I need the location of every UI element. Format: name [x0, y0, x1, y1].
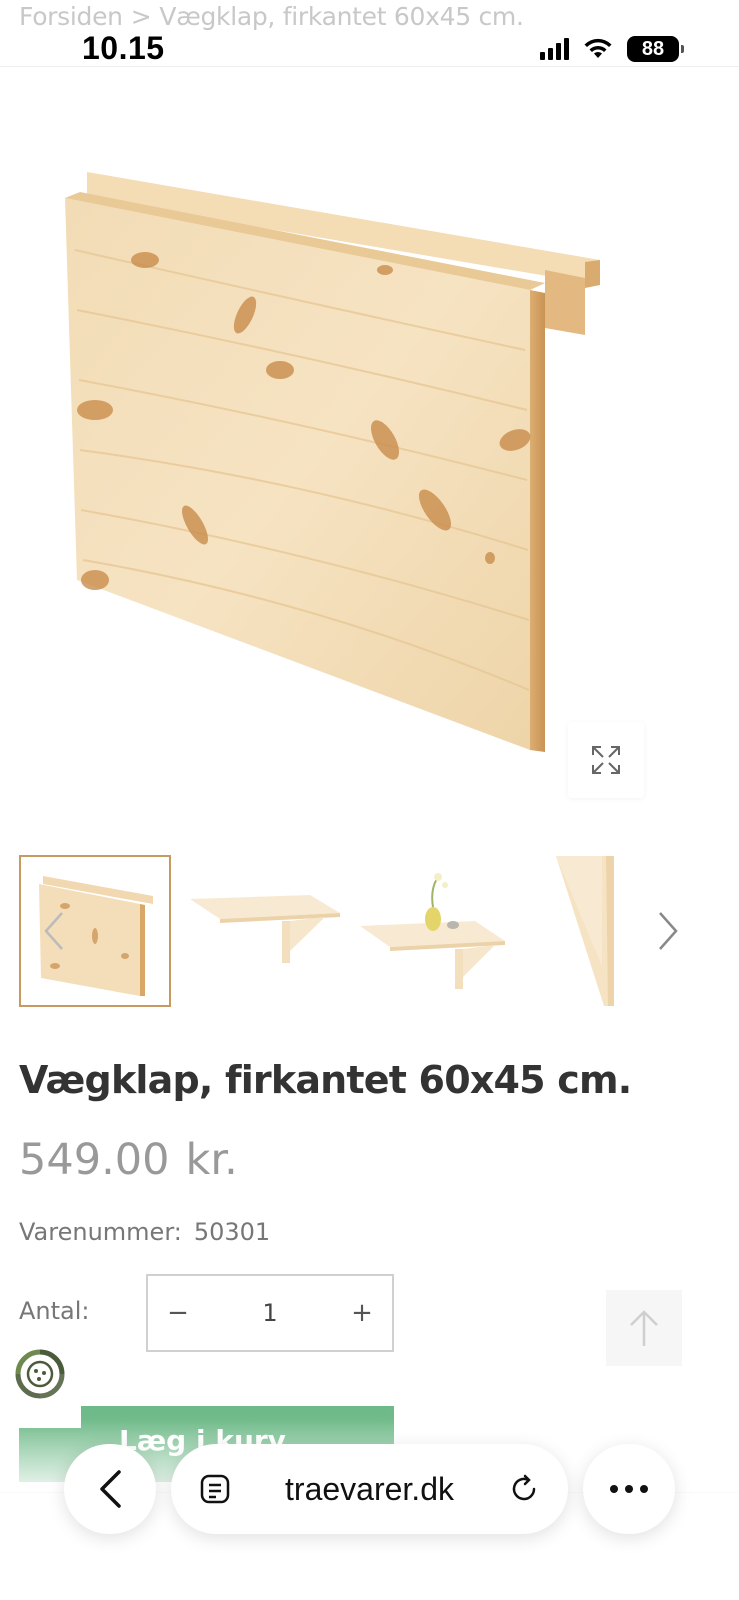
price-currency: kr. [185, 1135, 238, 1185]
quantity-label: Antal: [19, 1297, 90, 1325]
thumbnail-prev-button[interactable] [37, 903, 71, 959]
tabs-icon [200, 1474, 230, 1504]
breadcrumb-current: Vægklap, firkantet 60x45 cm. [159, 2, 524, 31]
quantity-input[interactable]: 1 [262, 1299, 277, 1327]
chevron-left-icon [44, 912, 63, 950]
thumbnail-next-button[interactable] [651, 903, 685, 959]
breadcrumb-home-link[interactable]: Forsiden [19, 2, 123, 31]
status-icons: 88 [540, 36, 684, 62]
quantity-stepper: − 1 + [146, 1274, 394, 1352]
back-icon [100, 1470, 121, 1508]
thumbnail-4[interactable] [529, 855, 639, 1007]
cookie-widget-button[interactable] [12, 1346, 68, 1402]
browser-more-button[interactable] [583, 1444, 675, 1534]
expand-image-button[interactable] [568, 722, 644, 798]
browser-back-button[interactable] [64, 1444, 156, 1534]
browser-address-bar[interactable]: traevarer.dk [171, 1444, 568, 1534]
product-price: 549.00 kr. [19, 1135, 238, 1185]
breadcrumb-separator: > [130, 2, 152, 31]
thumbnail-2[interactable] [189, 855, 341, 1007]
price-value: 549.00 [19, 1135, 170, 1185]
product-title: Vægklap, firkantet 60x45 cm. [19, 1058, 632, 1102]
more-icon [610, 1485, 648, 1493]
arrow-up-icon [630, 1310, 658, 1346]
thumbnail-gallery [19, 855, 679, 1007]
signal-icon [540, 38, 569, 60]
quantity-decrease-button[interactable]: − [166, 1298, 190, 1328]
sku-value: 50301 [193, 1218, 271, 1246]
chevron-right-icon [659, 912, 678, 950]
sku-label: Varenummer: [19, 1218, 182, 1246]
thumbnail-3[interactable] [359, 855, 511, 1007]
main-product-image[interactable] [55, 150, 625, 780]
browser-url: traevarer.dk [285, 1470, 454, 1507]
expand-icon [592, 746, 620, 774]
scroll-to-top-button[interactable] [606, 1290, 682, 1366]
battery-indicator: 88 [627, 36, 684, 62]
reload-icon[interactable] [508, 1473, 540, 1505]
cookie-widget-icon [15, 1349, 65, 1399]
product-sku: Varenummer: 50301 [19, 1218, 270, 1246]
wifi-icon [584, 38, 612, 58]
quantity-increase-button[interactable]: + [350, 1298, 374, 1328]
status-time: 10.15 [82, 30, 165, 66]
breadcrumb: Forsiden > Vægklap, firkantet 60x45 cm. [19, 2, 524, 31]
